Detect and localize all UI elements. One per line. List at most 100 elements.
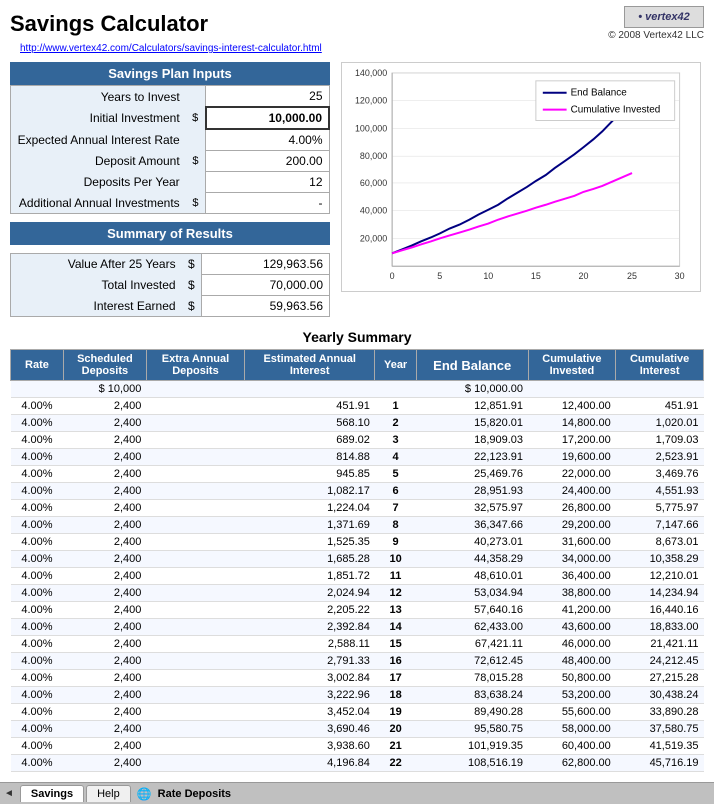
row-interest: 3,002.84 <box>245 670 375 687</box>
row-interest: 814.88 <box>245 449 375 466</box>
svg-text:End Balance: End Balance <box>571 88 628 99</box>
chart-svg: 140,000 120,000 100,000 80,000 60,000 40… <box>342 63 700 291</box>
row-scheduled: 2,400 <box>63 636 146 653</box>
value-dollar: $ <box>182 254 202 275</box>
row-interest: 2,205.22 <box>245 602 375 619</box>
row-cum-invested: 53,200.00 <box>528 687 616 704</box>
row-rate: 4.00% <box>11 398 64 415</box>
col-cum-invested: CumulativeInvested <box>528 350 616 381</box>
row-interest: 3,690.46 <box>245 721 375 738</box>
table-row: 4.00% 2,400 1,082.17 6 28,951.93 24,400.… <box>11 483 704 500</box>
row-end-balance: 83,638.24 <box>416 687 528 704</box>
init-rate <box>11 381 64 398</box>
table-row: 4.00% 2,400 4,196.84 22 108,516.19 62,80… <box>11 755 704 772</box>
interest-dollar: $ <box>182 296 202 317</box>
table-row: 4.00% 2,400 945.85 5 25,469.76 22,000.00… <box>11 466 704 483</box>
row-scheduled: 2,400 <box>63 500 146 517</box>
per-year-value[interactable]: 12 <box>206 172 329 193</box>
total-label: Total Invested <box>11 275 182 296</box>
row-extra <box>146 755 244 772</box>
row-interest: 2,392.84 <box>245 619 375 636</box>
row-cum-invested: 41,200.00 <box>528 602 616 619</box>
row-year: 11 <box>375 568 416 585</box>
initial-value[interactable]: 10,000.00 <box>206 107 329 129</box>
row-rate: 4.00% <box>11 619 64 636</box>
main-content: Savings Plan Inputs Years to Invest 25 I… <box>0 58 714 321</box>
row-rate: 4.00% <box>11 449 64 466</box>
tab-arrow-left[interactable]: ◄ <box>4 788 14 799</box>
additional-value[interactable]: - <box>206 193 329 214</box>
row-rate: 4.00% <box>11 755 64 772</box>
row-year: 5 <box>375 466 416 483</box>
row-scheduled: 2,400 <box>63 466 146 483</box>
inputs-section-title: Savings Plan Inputs <box>10 62 330 85</box>
yearly-table: Rate ScheduledDeposits Extra AnnualDepos… <box>10 349 704 772</box>
row-cum-invested: 55,600.00 <box>528 704 616 721</box>
rate-value[interactable]: 4.00% <box>206 129 329 151</box>
row-extra <box>146 551 244 568</box>
years-value[interactable]: 25 <box>206 86 329 108</box>
row-cum-invested: 46,000.00 <box>528 636 616 653</box>
row-cum-interest: 1,709.03 <box>616 432 704 449</box>
results-section-title: Summary of Results <box>10 222 330 245</box>
value-label: Value After 25 Years <box>11 254 182 275</box>
row-cum-invested: 58,000.00 <box>528 721 616 738</box>
row-end-balance: 108,516.19 <box>416 755 528 772</box>
tab-help[interactable]: Help <box>86 785 131 802</box>
row-end-balance: 15,820.01 <box>416 415 528 432</box>
interest-label: Interest Earned <box>11 296 182 317</box>
total-dollar: $ <box>182 275 202 296</box>
row-end-balance: 53,034.94 <box>416 585 528 602</box>
tab-savings[interactable]: Savings <box>20 785 84 802</box>
row-end-balance: 22,123.91 <box>416 449 528 466</box>
row-interest: 1,685.28 <box>245 551 375 568</box>
tab-globe-icon: 🌐 <box>137 787 152 801</box>
row-interest: 451.91 <box>245 398 375 415</box>
table-row: 4.00% 2,400 814.88 4 22,123.91 19,600.00… <box>11 449 704 466</box>
row-extra <box>146 670 244 687</box>
row-interest: 3,938.60 <box>245 738 375 755</box>
row-cum-invested: 31,600.00 <box>528 534 616 551</box>
row-interest: 689.02 <box>245 432 375 449</box>
row-rate: 4.00% <box>11 670 64 687</box>
svg-text:120,000: 120,000 <box>355 96 387 106</box>
deposit-dollar: $ <box>186 151 206 172</box>
col-scheduled: ScheduledDeposits <box>63 350 146 381</box>
row-scheduled: 2,400 <box>63 687 146 704</box>
row-scheduled: 2,400 <box>63 619 146 636</box>
row-interest: 1,224.04 <box>245 500 375 517</box>
row-year: 15 <box>375 636 416 653</box>
row-rate: 4.00% <box>11 602 64 619</box>
row-extra <box>146 517 244 534</box>
deposit-value[interactable]: 200.00 <box>206 151 329 172</box>
table-header-row: Rate ScheduledDeposits Extra AnnualDepos… <box>11 350 704 381</box>
logo-area: • vertex42 © 2008 Vertex42 LLC <box>608 6 704 41</box>
row-extra <box>146 534 244 551</box>
row-scheduled: 2,400 <box>63 398 146 415</box>
row-cum-interest: 7,147.66 <box>616 517 704 534</box>
row-year: 12 <box>375 585 416 602</box>
row-cum-invested: 14,800.00 <box>528 415 616 432</box>
row-rate: 4.00% <box>11 687 64 704</box>
row-year: 2 <box>375 415 416 432</box>
website-link[interactable]: http://www.vertex42.com/Calculators/savi… <box>10 43 332 54</box>
row-rate: 4.00% <box>11 466 64 483</box>
rate-deposits-label: Rate Deposits <box>154 786 235 802</box>
row-cum-invested: 29,200.00 <box>528 517 616 534</box>
row-scheduled: 2,400 <box>63 483 146 500</box>
row-extra <box>146 619 244 636</box>
svg-text:25: 25 <box>627 271 637 281</box>
rate-dollar <box>186 129 206 151</box>
row-cum-invested: 24,400.00 <box>528 483 616 500</box>
col-interest: Estimated AnnualInterest <box>245 350 375 381</box>
col-rate: Rate <box>11 350 64 381</box>
row-extra <box>146 449 244 466</box>
row-rate: 4.00% <box>11 636 64 653</box>
row-end-balance: 36,347.66 <box>416 517 528 534</box>
row-end-balance: 72,612.45 <box>416 653 528 670</box>
row-extra <box>146 585 244 602</box>
init-interest <box>245 381 375 398</box>
app-title: Savings Calculator <box>10 11 208 37</box>
row-interest: 945.85 <box>245 466 375 483</box>
row-cum-interest: 14,234.94 <box>616 585 704 602</box>
